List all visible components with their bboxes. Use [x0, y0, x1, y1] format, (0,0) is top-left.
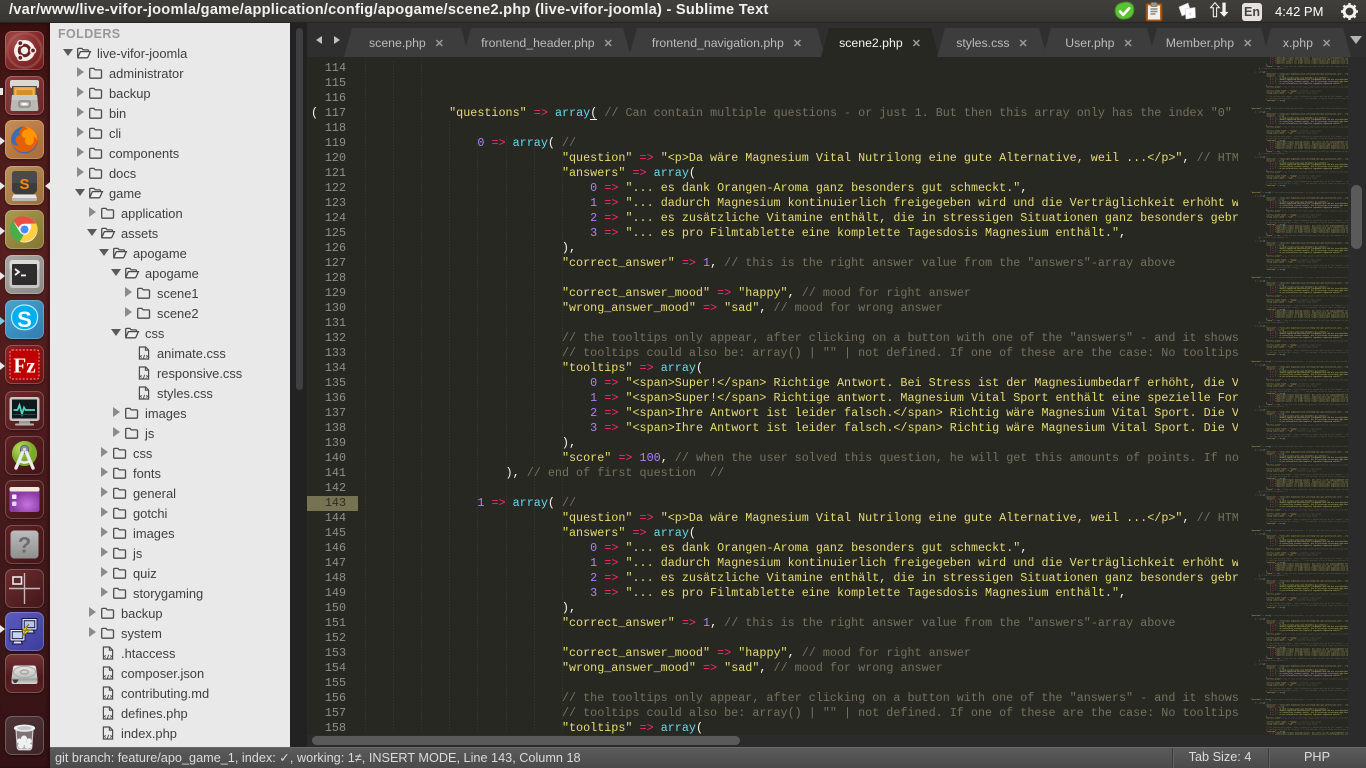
svg-text:Fz: Fz — [13, 354, 35, 378]
svg-text:S: S — [17, 307, 32, 332]
svg-text:?: ? — [18, 533, 31, 558]
svg-text:S: S — [19, 176, 29, 193]
